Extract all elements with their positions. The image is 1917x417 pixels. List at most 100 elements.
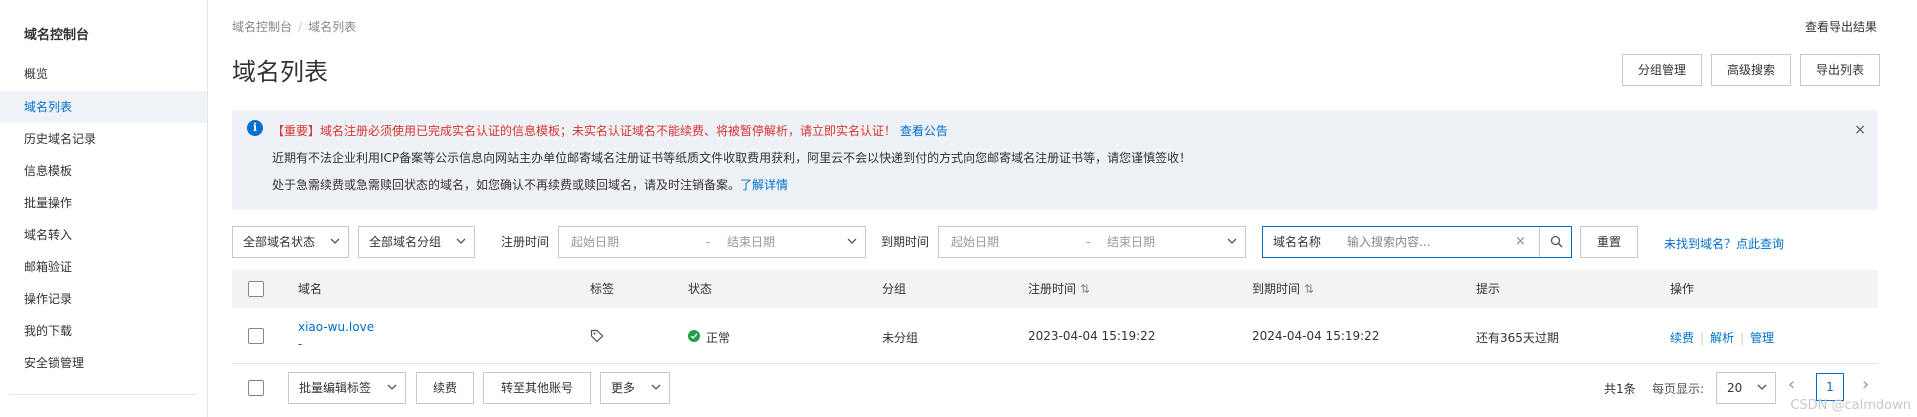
range-separator: - <box>706 235 711 249</box>
chevron-down-icon <box>651 384 661 390</box>
notice-important-prefix: 【重要】 <box>272 124 321 138</box>
watermark: CSDN @calmdown <box>1790 398 1911 413</box>
column-exp-time-label: 到期时间 <box>1252 282 1301 296</box>
view-announcement-link[interactable]: 查看公告 <box>900 124 948 138</box>
column-tag: 标签 <box>590 282 615 296</box>
next-page-icon[interactable]: › <box>1862 374 1869 395</box>
select-all-checkbox[interactable] <box>248 281 264 297</box>
footer-select-all-checkbox[interactable] <box>248 380 264 396</box>
domain-group-select[interactable]: 全部域名分组 <box>358 226 475 258</box>
column-reg-time[interactable]: 注册时间 ⇅ <box>1028 270 1090 308</box>
status-badge: 正常 <box>688 329 730 346</box>
export-list-button[interactable]: 导出列表 <box>1800 54 1880 86</box>
reg-start-date[interactable]: 起始日期 <box>571 227 619 257</box>
column-domain: 域名 <box>298 282 323 296</box>
learn-more-link[interactable]: 了解详情 <box>740 178 788 192</box>
sort-icon[interactable]: ⇅ <box>1080 282 1090 296</box>
expiry-time-label: 到期时间 <box>881 235 930 249</box>
batch-renew-button[interactable]: 续费 <box>416 372 474 404</box>
sidebar-item-domain-list[interactable]: 域名列表 <box>0 91 207 123</box>
exp-end-date[interactable]: 结束日期 <box>1107 227 1155 257</box>
domain-name-link[interactable]: xiao-wu.love <box>298 320 374 334</box>
domain-status-value: 全部域名状态 <box>243 235 316 249</box>
not-found-query-link[interactable]: 未找到域名？点此查询 <box>1664 235 1784 252</box>
dns-resolve-link[interactable]: 解析 <box>1710 331 1734 345</box>
table-row: xiao-wu.love - 正常 未分组 2023-04-04 15:19:2… <box>232 308 1878 364</box>
sidebar-item-templates[interactable]: 信息模板 <box>0 155 207 187</box>
reg-end-date[interactable]: 结束日期 <box>727 227 775 257</box>
sidebar: 域名控制台 概览 域名列表 历史域名记录 信息模板 批量操作 域名转入 邮箱验证… <box>0 0 208 417</box>
advanced-search-button[interactable]: 高级搜索 <box>1711 54 1791 86</box>
registration-time-label: 注册时间 <box>501 235 550 249</box>
chevron-down-icon <box>1757 384 1767 390</box>
exp-start-date[interactable]: 起始日期 <box>951 227 999 257</box>
sidebar-item-history[interactable]: 历史域名记录 <box>0 123 207 155</box>
page-title: 域名列表 <box>232 58 328 86</box>
domain-group-value: 全部域名分组 <box>369 235 442 249</box>
search-icon <box>1550 235 1563 248</box>
total-count: 共1条 <box>1604 382 1636 396</box>
sidebar-item-transfer-in[interactable]: 域名转入 <box>0 219 207 251</box>
sidebar-item-downloads[interactable]: 我的下载 <box>0 315 207 347</box>
domain-search-box: 域名名称 × <box>1262 226 1572 258</box>
ops-cell: 续费 | 解析 | 管理 <box>1670 331 1775 345</box>
sidebar-item-security-lock[interactable]: 安全锁管理 <box>0 347 207 379</box>
manage-link[interactable]: 管理 <box>1750 331 1774 345</box>
renew-link[interactable]: 续费 <box>1670 331 1694 345</box>
sidebar-item-logs[interactable]: 操作记录 <box>0 283 207 315</box>
close-icon[interactable]: × <box>1854 122 1866 138</box>
hint-cell: 还有365天过期 <box>1476 331 1559 345</box>
registration-date-range[interactable]: 起始日期 - 结束日期 <box>558 226 866 258</box>
table-header: 域名 标签 状态 分组 注册时间 ⇅ 到期时间 ⇅ 提示 操作 <box>232 270 1878 308</box>
prev-page-icon[interactable]: ‹ <box>1788 374 1795 395</box>
more-actions-select[interactable]: 更多 <box>600 372 670 404</box>
expiry-date-range[interactable]: 起始日期 - 结束日期 <box>938 226 1246 258</box>
breadcrumb: 域名控制台 / 域名列表 <box>232 18 356 35</box>
chevron-down-icon <box>387 384 397 390</box>
batch-edit-tag-select[interactable]: 批量编辑标签 <box>288 372 406 404</box>
sort-icon[interactable]: ⇅ <box>1304 282 1314 296</box>
info-icon: i <box>247 120 263 136</box>
group-manage-button[interactable]: 分组管理 <box>1622 54 1702 86</box>
view-export-result-link[interactable]: 查看导出结果 <box>1805 18 1877 35</box>
exp-time-cell: 2024-04-04 15:19:22 <box>1252 329 1380 343</box>
clear-icon[interactable]: × <box>1515 227 1526 257</box>
column-reg-time-label: 注册时间 <box>1028 282 1077 296</box>
chevron-down-icon <box>847 238 857 244</box>
tag-icon[interactable] <box>590 329 604 343</box>
search-category-select[interactable]: 域名名称 <box>1273 227 1321 257</box>
notice-important-text: 域名注册必须使用已完成实名认证的信息模板；未实名认证域名不能续费、将被暂停解析，… <box>320 124 897 138</box>
search-button[interactable] <box>1539 227 1571 257</box>
per-page-select[interactable]: 20 <box>1716 372 1776 404</box>
column-group: 分组 <box>882 282 907 296</box>
transfer-account-button[interactable]: 转至其他账号 <box>483 372 591 404</box>
sidebar-item-batch[interactable]: 批量操作 <box>0 187 207 219</box>
batch-edit-tag-label: 批量编辑标签 <box>299 381 372 395</box>
sidebar-title: 域名控制台 <box>24 28 90 43</box>
column-exp-time[interactable]: 到期时间 ⇅ <box>1252 270 1314 308</box>
main-content: 域名控制台 / 域名列表 查看导出结果 域名列表 分组管理 高级搜索 导出列表 i … <box>208 0 1917 417</box>
sidebar-divider <box>10 394 196 395</box>
range-separator: - <box>1086 235 1091 249</box>
chevron-down-icon <box>456 238 466 244</box>
column-ops: 操作 <box>1670 282 1695 296</box>
chevron-down-icon <box>1227 238 1237 244</box>
breadcrumb-separator: / <box>298 20 303 34</box>
search-input[interactable] <box>1347 232 1507 252</box>
breadcrumb-current: 域名列表 <box>308 20 357 34</box>
notice-banner: i 【重要】域名注册必须使用已完成实名认证的信息模板；未实名认证域名不能续费、将… <box>232 110 1878 210</box>
sidebar-item-overview[interactable]: 概览 <box>0 58 207 90</box>
column-hint: 提示 <box>1476 282 1501 296</box>
reg-time-cell: 2023-04-04 15:19:22 <box>1028 329 1156 343</box>
per-page-value: 20 <box>1727 381 1743 395</box>
sidebar-item-email-verify[interactable]: 邮箱验证 <box>0 251 207 283</box>
chevron-down-icon <box>330 238 340 244</box>
row-checkbox[interactable] <box>248 328 264 344</box>
breadcrumb-console[interactable]: 域名控制台 <box>232 20 292 34</box>
reset-button[interactable]: 重置 <box>1580 226 1638 258</box>
more-actions-label: 更多 <box>611 381 636 395</box>
page-number-button[interactable]: 1 <box>1816 373 1844 401</box>
column-status: 状态 <box>688 282 713 296</box>
domain-status-select[interactable]: 全部域名状态 <box>232 226 349 258</box>
per-page-label: 每页显示: <box>1652 382 1705 396</box>
